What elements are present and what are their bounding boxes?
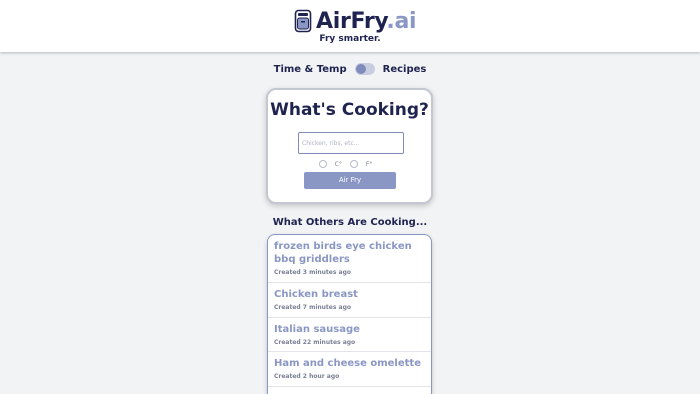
brand-name: AirFry.ai (316, 8, 417, 34)
list-item-name[interactable]: Italian sausage (274, 323, 425, 336)
list-item-time: Created 22 minutes ago (274, 339, 356, 346)
cooking-card: What's Cooking? C° F° Air Fry (266, 88, 433, 204)
fahrenheit-label: F° (365, 160, 373, 168)
list-item-time: Created 7 minutes ago (274, 304, 351, 311)
list-item-time: Created 3 minutes ago (274, 269, 351, 276)
list-item[interactable]: frozen birds eye chicken bbq griddlers C… (268, 240, 431, 283)
others-section-title: What Others Are Cooking... (272, 217, 428, 228)
fahrenheit-radio[interactable] (349, 160, 358, 168)
mode-toggle-switch[interactable] (354, 63, 375, 75)
list-item-name[interactable]: Chicken breast (274, 288, 425, 301)
card-title: What's Cooking? (270, 100, 429, 120)
list-item-name[interactable]: Ham and cheese omelette (274, 357, 425, 370)
toggle-label-time-temp[interactable]: Time & Temp (274, 64, 347, 75)
celsius-radio[interactable] (318, 160, 327, 168)
list-item[interactable]: Ham and cheese omelette Created 2 hour a… (268, 352, 431, 387)
list-item-name[interactable]: frozen birds eye chicken bbq griddlers (274, 240, 425, 266)
air-fryer-icon (294, 9, 312, 33)
toggle-label-recipes[interactable]: Recipes (383, 64, 427, 75)
toggle-knob (355, 64, 366, 74)
logo[interactable]: AirFry.ai (294, 7, 417, 35)
unit-selector: C° F° (268, 159, 431, 169)
list-item[interactable]: Chicken breast Created 7 minutes ago (268, 283, 431, 318)
food-search-input[interactable] (298, 132, 404, 154)
list-item-time: Created 2 hour ago (274, 373, 340, 380)
list-item[interactable]: Italian sausage Created 22 minutes ago (268, 318, 431, 352)
recent-recipes-list: frozen birds eye chicken bbq griddlers C… (267, 234, 432, 394)
celsius-label: C° (334, 160, 342, 168)
tagline: Fry smarter. (319, 34, 381, 44)
site-header: AirFry.ai Fry smarter. (0, 0, 700, 52)
air-fry-button[interactable]: Air Fry (304, 172, 396, 189)
mode-toggle-row: Time & Temp Recipes (0, 61, 700, 77)
